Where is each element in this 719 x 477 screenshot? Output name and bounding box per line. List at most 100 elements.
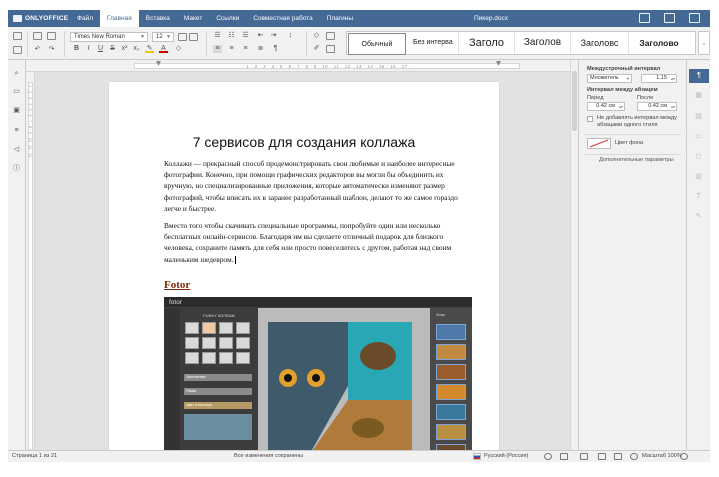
tab-home[interactable]: Главная [99,10,139,27]
strikethrough-icon[interactable]: S [108,45,117,53]
shading-icon[interactable] [326,32,335,40]
tab-insert[interactable]: Вставка [139,10,177,27]
vertical-ruler[interactable]: · 1 · 2 · 3 · 4 · 5 · 6 · 7 · 8 · 9 · 10… [26,72,35,450]
vertical-scrollbar[interactable] [570,60,578,450]
justify-icon[interactable]: ≣ [256,45,265,53]
document-heading: 7 сервисов для создания коллажа [192,134,416,150]
document-title: Пикер.docx [474,15,508,22]
track-changes-icon[interactable] [580,453,588,460]
advanced-settings-link[interactable]: Дополнительные параметры [599,157,674,163]
shape-settings-icon[interactable]: ◻ [693,152,704,162]
underline-icon[interactable]: U [96,45,105,53]
tab-file[interactable]: Файл [70,10,100,27]
style-gallery-expand[interactable]: ⌄ [698,31,710,55]
align-right-icon[interactable]: ≡ [241,45,250,53]
font-size-combo[interactable]: 12 ▼ [152,32,174,42]
align-left-icon[interactable]: ≡ [213,45,222,53]
print-icon[interactable] [13,32,22,40]
no-space-same-style-checkbox[interactable] [587,116,593,122]
font-color-icon[interactable]: A [159,45,168,53]
globe-icon[interactable] [544,453,552,460]
zoom-out-icon[interactable] [630,453,638,460]
search-icon[interactable]: ⌕ [12,70,21,78]
style-no-spacing[interactable]: Без интерва [407,32,459,54]
page-counter[interactable]: Страница 1 из 21 [12,451,57,462]
fotor-left-rail [164,308,180,450]
chart-settings-icon[interactable]: ▥ [693,172,704,182]
comments-icon[interactable]: ▭ [12,88,21,96]
increase-font-icon[interactable] [178,33,187,41]
zoom-in-icon[interactable] [680,453,688,460]
style-normal[interactable]: Обычный [348,33,406,55]
line-spacing-value-field[interactable]: 1.15 ▴▾ [641,74,677,83]
line-spacing-type-select[interactable]: Множитель ▼ [587,74,632,83]
style-heading-1[interactable]: Заголо [459,32,515,54]
italic-icon[interactable]: I [84,45,93,53]
image-settings-icon[interactable]: ▨ [693,112,704,122]
nonprinting-icon[interactable]: ¶ [271,45,280,53]
view-settings-icon[interactable] [689,13,700,23]
spacing-after-label: После [637,95,654,101]
decrease-indent-icon[interactable]: ⇤ [256,32,265,40]
document-page[interactable]: 7 сервисов для создания коллажа Коллажи … [109,82,499,450]
horizontal-ruler[interactable]: · 1 · 2 · 3 · 4 · 5 · 6 · 7 · 8 · 9 · 10… [26,60,578,72]
increase-indent-icon[interactable]: ⇥ [269,32,278,40]
clear-style-icon[interactable]: ◇ [312,32,321,40]
copy-style-icon[interactable]: ✐ [312,45,321,53]
feedback-icon[interactable]: ◁ [12,146,21,154]
document-canvas[interactable]: 7 сервисов для создания коллажа Коллажи … [35,72,570,450]
template-thumb [219,352,233,364]
background-thumb [436,404,466,420]
zoom-level[interactable]: Масштаб 100% [642,451,682,462]
about-icon[interactable]: ⓘ [12,165,21,173]
tab-layout[interactable]: Макет [177,10,209,27]
change-case-icon[interactable]: ◇ [174,45,183,53]
template-thumb [219,337,233,349]
undo-icon[interactable]: ↶ [33,46,42,54]
align-center-icon[interactable]: ≡ [227,45,236,53]
language-selector[interactable]: Русский (Россия) [484,451,528,462]
scrollbar-thumb[interactable] [572,71,577,131]
navigation-icon[interactable]: ≡ [12,127,21,135]
line-spacing-icon[interactable]: ↕ [286,32,295,40]
spellcheck-icon[interactable] [560,453,568,460]
tab-plugins[interactable]: Плагины [320,10,360,27]
subscript-icon[interactable]: x₂ [132,45,141,53]
paragraph-settings-icon[interactable]: ¶ [689,69,709,83]
decrease-font-icon[interactable] [189,33,198,41]
copy-icon[interactable] [33,32,42,40]
table-settings-icon[interactable]: ▦ [693,91,704,101]
users-icon[interactable] [639,13,650,23]
chat-icon[interactable]: ▣ [12,107,21,115]
style-heading-2[interactable]: Заголов [515,32,571,54]
numbering-icon[interactable]: ☷ [227,32,236,40]
no-space-label-line2: абзацами одного стиля [597,122,658,128]
tab-references[interactable]: Ссылки [209,10,246,27]
background-color-button[interactable] [587,138,611,149]
bold-icon[interactable]: B [72,45,81,53]
textart-icon[interactable]: T [693,192,704,202]
header-footer-icon[interactable]: ▭ [693,132,704,142]
fit-page-icon[interactable] [598,453,606,460]
spacing-before-field[interactable]: 0.42 см ▴▾ [587,102,625,111]
style-heading-3[interactable]: Заголовс [571,32,629,54]
fit-width-icon[interactable] [614,453,622,460]
fotor-screenshot-image[interactable]: fotor FUNKY КОЛЛАЖ Заполнение Рамка Цвет… [164,297,472,450]
multilevel-icon[interactable]: ☰ [241,32,250,40]
status-bar: Страница 1 из 21 Все изменения сохранены… [8,450,710,462]
select-all-icon[interactable] [326,45,335,53]
open-location-icon[interactable] [664,13,675,23]
redo-icon[interactable]: ↷ [47,46,56,54]
signature-icon[interactable]: ✎ [693,212,704,222]
bullets-icon[interactable]: ☰ [213,32,222,40]
template-thumb [219,322,233,334]
tab-collaboration[interactable]: Совместная работа [246,10,319,27]
style-heading-4[interactable]: Заголово [629,32,689,54]
save-icon[interactable] [13,46,22,54]
spacing-after-field[interactable]: 0.42 см ▴▾ [637,102,677,111]
superscript-icon[interactable]: x² [120,45,129,53]
highlight-icon[interactable]: ✎ [145,45,154,53]
font-name-combo[interactable]: Times New Roman ▼ [70,32,148,42]
paste-icon[interactable] [47,32,56,40]
fotor-logo: fotor [169,299,183,306]
